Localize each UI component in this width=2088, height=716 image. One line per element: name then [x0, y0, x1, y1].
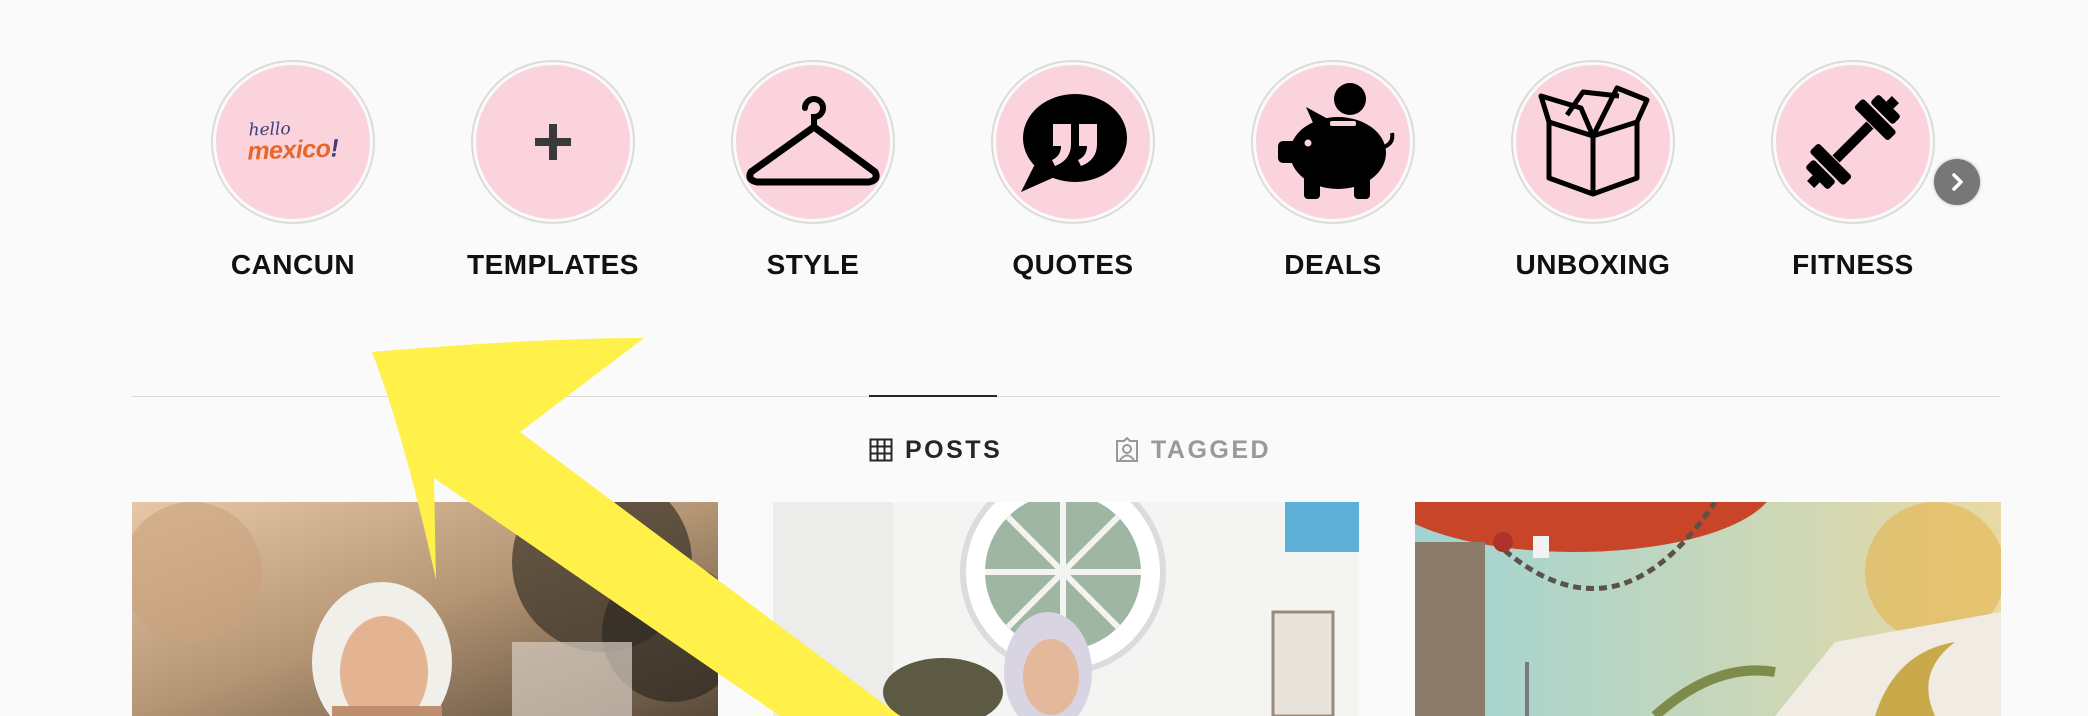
highlight-ring [471, 60, 635, 224]
tab-posts[interactable]: POSTS [869, 432, 1002, 468]
post-photo [1415, 502, 2001, 716]
hello-mexico-logo: hello mexico! [216, 65, 370, 219]
highlight-label: FITNESS [1792, 249, 1914, 280]
tab-tagged[interactable]: TAGGED [1115, 432, 1271, 468]
highlight-deals[interactable]: DEALS [1223, 60, 1443, 281]
post-photo [773, 502, 1359, 716]
tab-posts-label: POSTS [905, 435, 1003, 464]
highlight-label: QUOTES [1012, 249, 1134, 280]
highlight-ring [991, 60, 1155, 224]
highlight-ring [1771, 60, 1935, 224]
tab-tagged-label: TAGGED [1151, 435, 1272, 464]
highlight-quotes[interactable]: QUOTES [963, 60, 1183, 281]
highlight-fitness[interactable]: FITNESS [1743, 60, 1963, 281]
highlight-unboxing[interactable]: UNBOXING [1483, 60, 1703, 281]
active-tab-indicator [869, 395, 997, 397]
highlight-ring [1511, 60, 1675, 224]
highlight-cancun[interactable]: hello mexico! CANCUN [183, 60, 403, 281]
highlight-label: TEMPLATES [467, 249, 639, 280]
story-highlights-row: hello mexico! CANCUN TEMPLATES STYLE QUO… [0, 0, 2088, 300]
highlight-templates[interactable]: TEMPLATES [443, 60, 663, 281]
highlight-label: DEALS [1284, 249, 1382, 280]
tagged-person-icon [1116, 437, 1138, 462]
highlights-next-button[interactable] [1934, 159, 1980, 205]
highlight-ring [1251, 60, 1415, 224]
post-thumbnail-2[interactable] [773, 502, 1359, 716]
highlight-ring [731, 60, 895, 224]
post-photo [132, 502, 718, 716]
post-thumbnail-1[interactable] [132, 502, 718, 716]
piggy-bank-icon [1278, 83, 1395, 199]
post-thumbnail-3[interactable] [1415, 502, 2001, 716]
open-box-icon [1538, 85, 1650, 197]
speech-quote-icon [1021, 94, 1127, 192]
dumbbell-icon [1806, 95, 1900, 189]
tabs-divider [132, 396, 2000, 397]
chevron-right-icon [1952, 173, 1963, 191]
grid-icon [869, 438, 893, 462]
hanger-icon [746, 96, 880, 186]
highlight-label: STYLE [766, 249, 860, 280]
highlight-style[interactable]: STYLE [703, 60, 923, 281]
highlight-label: CANCUN [230, 249, 356, 280]
highlight-ring: hello mexico! [211, 60, 375, 224]
plus-icon [535, 124, 571, 160]
highlight-label: UNBOXING [1515, 249, 1671, 280]
